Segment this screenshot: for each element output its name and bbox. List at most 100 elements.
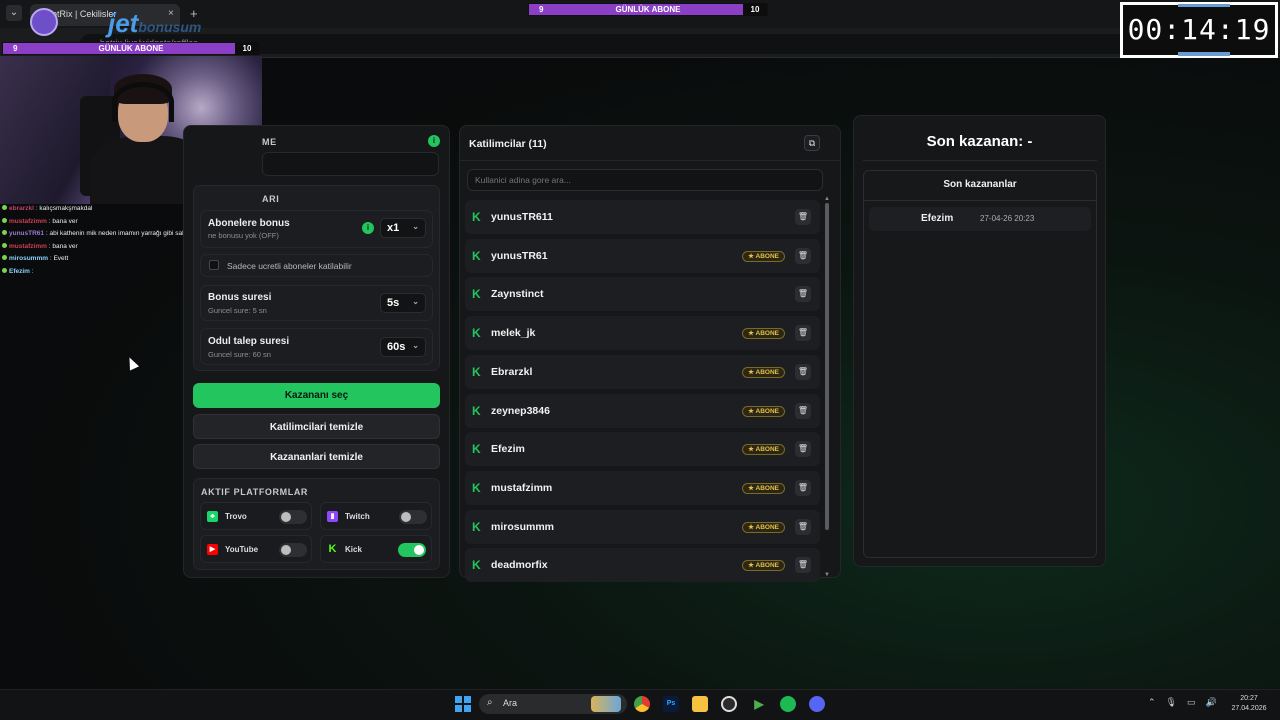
platform-twitch: ▮ Twitch bbox=[320, 502, 432, 530]
participant-row[interactable]: K Zaynstinct 🗑 bbox=[465, 277, 820, 312]
section-title: ARI bbox=[262, 194, 280, 204]
participant-row[interactable]: KyunusTR61 ★ ABONE 🗑 bbox=[465, 238, 820, 273]
participant-name: mustafzimm bbox=[491, 481, 553, 494]
sub-goal-label: GÜNLÜK ABONE bbox=[615, 5, 681, 14]
tab-menu-button[interactable]: ⌄ bbox=[6, 5, 22, 21]
winner-name: Efezim bbox=[921, 213, 954, 224]
toggle-knob bbox=[281, 512, 291, 522]
spotify-icon[interactable] bbox=[780, 696, 796, 712]
participant-row[interactable]: K Ebrarzkl ★ ABONE 🗑 bbox=[465, 354, 820, 389]
photoshop-icon[interactable]: Ps bbox=[663, 696, 679, 712]
sub-goal-label: GÜNLÜK ABONE bbox=[98, 44, 164, 53]
participant-row[interactable]: KyunusTR611 🗑 bbox=[465, 200, 820, 234]
copy-icon[interactable]: ⧉ bbox=[804, 135, 820, 151]
claim-duration-title: Odul talep suresi bbox=[208, 336, 290, 347]
scroll-up-icon[interactable]: ▲ bbox=[824, 196, 830, 202]
winner-date: 27-04-26 20:23 bbox=[980, 214, 1035, 223]
trash-icon[interactable]: 🗑 bbox=[795, 247, 811, 264]
timer-accent-bottom bbox=[1178, 52, 1230, 56]
discord-icon[interactable] bbox=[809, 696, 825, 712]
chat-username: mustafzimm bbox=[9, 242, 47, 250]
platform-toggle[interactable] bbox=[399, 510, 427, 524]
participant-row[interactable]: Kmustafzimm ★ ABONE 🗑 bbox=[465, 470, 820, 505]
pick-winner-button[interactable]: Kazananı seç bbox=[193, 383, 440, 408]
participant-row[interactable]: Kmelek_jk ★ ABONE 🗑 bbox=[465, 316, 820, 351]
trash-icon[interactable]: 🗑 bbox=[795, 557, 811, 574]
chat-username: mustafzimm bbox=[9, 217, 47, 225]
trash-icon[interactable]: 🗑 bbox=[795, 286, 811, 303]
platform-label: YouTube bbox=[225, 545, 259, 554]
taskbar-search-label: Ara bbox=[503, 698, 518, 708]
chat-username: ebrarzkl bbox=[9, 205, 34, 212]
chat-separator: : bbox=[29, 267, 34, 275]
trash-icon[interactable]: 🗑 bbox=[795, 518, 811, 535]
chat-username: mirosummm bbox=[9, 255, 49, 262]
platform-toggle[interactable] bbox=[279, 543, 307, 557]
taskbar-search[interactable]: ⌕ Ara bbox=[479, 694, 627, 714]
winners-list-title: Son kazananlar bbox=[943, 179, 1017, 190]
kick-badge-icon bbox=[2, 217, 7, 223]
trash-icon[interactable]: 🗑 bbox=[795, 441, 811, 458]
winners-list-divider bbox=[864, 200, 1096, 201]
bonus-duration-dropdown[interactable]: 5s ⌄ bbox=[380, 293, 426, 313]
trash-icon[interactable]: 🗑 bbox=[795, 363, 811, 380]
obs-icon[interactable] bbox=[721, 696, 737, 712]
info-icon[interactable]: i bbox=[428, 135, 440, 147]
chevron-down-icon: ⌄ bbox=[412, 222, 419, 231]
subscriber-bonus-dropdown[interactable]: x1 ⌄ bbox=[380, 218, 426, 238]
dropdown-value: 60s bbox=[387, 341, 406, 353]
sub-goal-bar-top: 9 GÜNLÜK ABONE 10 bbox=[528, 3, 768, 16]
tray-icons[interactable]: ⌃🎙▭🔊 bbox=[1148, 697, 1227, 708]
dropdown-value: x1 bbox=[387, 222, 400, 234]
search-icon: ⌕ bbox=[487, 697, 493, 708]
section-title: ME bbox=[262, 137, 277, 147]
participant-name: Efezim bbox=[491, 443, 525, 456]
sub-goal-target: 10 bbox=[743, 3, 767, 16]
participants-scrollbar[interactable] bbox=[825, 203, 829, 530]
participant-search-input[interactable] bbox=[467, 169, 823, 191]
dropdown-value: 5s bbox=[387, 297, 400, 309]
clear-winners-button[interactable]: Kazananlari temizle bbox=[193, 444, 440, 469]
windows-start-icon[interactable] bbox=[455, 696, 471, 712]
platform-label: Kick bbox=[345, 545, 362, 554]
platforms-title: AKTIF PLATFORMLAR bbox=[201, 487, 309, 497]
chrome-icon[interactable] bbox=[634, 696, 650, 712]
media-icon[interactable]: ▶ bbox=[751, 696, 767, 712]
subscriber-badge: ★ ABONE bbox=[742, 444, 785, 456]
taskbar-clock[interactable]: 20:27 27.04.2026 bbox=[1224, 694, 1274, 714]
participant-row[interactable]: Kzeynep3846 ★ ABONE 🗑 bbox=[465, 393, 820, 428]
participants-header-divider bbox=[460, 160, 840, 161]
toggle-knob bbox=[414, 545, 424, 555]
platform-toggle[interactable] bbox=[279, 510, 307, 524]
chat-text: bana ver bbox=[52, 217, 78, 225]
file-explorer-icon[interactable] bbox=[692, 696, 708, 712]
raffle-name-input[interactable] bbox=[262, 152, 439, 176]
participant-row[interactable]: Kmirosummm ★ ABONE 🗑 bbox=[465, 509, 820, 544]
participant-name: deadmorfix bbox=[491, 559, 548, 572]
kick-badge-icon bbox=[2, 267, 7, 273]
toggle-knob bbox=[281, 545, 291, 555]
trash-icon[interactable]: 🗑 bbox=[795, 402, 811, 419]
youtube-icon: ▶ bbox=[207, 544, 218, 555]
clear-participants-button[interactable]: Katilimcilari temizle bbox=[193, 414, 440, 439]
info-icon[interactable]: i bbox=[362, 222, 374, 234]
kick-icon: K bbox=[472, 326, 481, 341]
subscriber-badge: ★ ABONE bbox=[742, 560, 785, 572]
trash-icon[interactable]: 🗑 bbox=[795, 209, 811, 225]
paid-subs-checkbox[interactable] bbox=[209, 260, 219, 270]
chat-text: kalıçsmakşmakdal bbox=[39, 205, 93, 212]
sub-goal-target: 10 bbox=[235, 42, 259, 55]
subscriber-bonus-subtitle: ne bonusu yok (OFF) bbox=[208, 231, 279, 240]
platform-toggle[interactable] bbox=[398, 543, 426, 557]
last-winner-title: Son kazanan: - bbox=[926, 133, 1033, 150]
claim-duration-dropdown[interactable]: 60s ⌄ bbox=[380, 337, 426, 357]
participant-row[interactable]: K Efezim ★ ABONE 🗑 bbox=[465, 432, 820, 467]
trash-icon[interactable]: 🗑 bbox=[795, 479, 811, 496]
brand-logo-sub: bonusum bbox=[138, 19, 202, 35]
trash-icon[interactable]: 🗑 bbox=[795, 325, 811, 342]
search-highlight-icon bbox=[591, 696, 621, 712]
scroll-down-icon[interactable]: ▼ bbox=[824, 572, 830, 578]
participant-row[interactable]: Kdeadmorfix ★ ABONE 🗑 bbox=[465, 548, 820, 583]
platform-kick: K Kick bbox=[320, 535, 432, 563]
kick-icon: K bbox=[472, 480, 481, 495]
